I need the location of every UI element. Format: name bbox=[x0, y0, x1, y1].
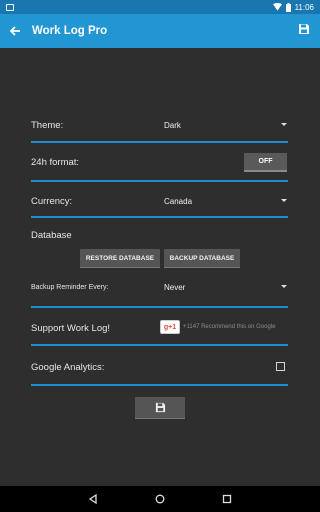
analytics-checkbox[interactable] bbox=[276, 362, 285, 371]
gplus-recommend-text: +1147 Recommend this on Google bbox=[183, 324, 276, 330]
analytics-label: Google Analytics: bbox=[31, 362, 105, 373]
backup-reminder-label: Backup Reminder Every: bbox=[31, 284, 109, 291]
divider bbox=[31, 141, 288, 143]
divider bbox=[31, 384, 288, 386]
settings-panel bbox=[0, 48, 320, 486]
theme-label: Theme: bbox=[31, 120, 64, 131]
currency-select[interactable]: Canada bbox=[164, 197, 192, 206]
theme-select[interactable]: Dark bbox=[164, 121, 181, 130]
format24h-toggle[interactable]: OFF bbox=[244, 153, 287, 172]
arrow-left-icon bbox=[9, 26, 20, 36]
image-notification-icon bbox=[6, 3, 14, 11]
status-time: 11:06 bbox=[294, 2, 314, 12]
wifi-icon bbox=[272, 3, 282, 11]
divider bbox=[31, 306, 288, 308]
back-triangle-icon[interactable] bbox=[88, 494, 98, 504]
currency-label: Currency: bbox=[31, 196, 73, 207]
app-bar: Work Log Pro bbox=[0, 14, 320, 48]
home-circle-icon[interactable] bbox=[155, 494, 165, 504]
recents-square-icon[interactable] bbox=[222, 494, 232, 504]
restore-database-button[interactable]: RESTORE DATABASE bbox=[80, 249, 160, 268]
floppy-disk-icon bbox=[155, 402, 165, 413]
battery-icon bbox=[285, 2, 291, 12]
save-button[interactable] bbox=[135, 397, 185, 419]
system-nav-bar bbox=[0, 486, 320, 512]
chevron-down-icon bbox=[281, 285, 287, 288]
status-bar: 11:06 bbox=[0, 0, 320, 14]
page-title: Work Log Pro bbox=[32, 25, 108, 37]
format24h-label: 24h format: bbox=[31, 157, 80, 168]
divider bbox=[31, 180, 288, 182]
back-button[interactable] bbox=[0, 14, 30, 48]
divider bbox=[31, 344, 288, 346]
support-label: Support Work Log! bbox=[31, 323, 111, 334]
backup-database-button[interactable]: BACKUP DATABASE bbox=[164, 249, 240, 268]
chevron-down-icon bbox=[281, 199, 287, 202]
floppy-disk-icon bbox=[299, 24, 309, 34]
gplus-button[interactable]: g+1 bbox=[160, 320, 180, 334]
chevron-down-icon bbox=[281, 123, 287, 126]
database-label: Database bbox=[31, 230, 72, 241]
divider bbox=[31, 216, 288, 218]
backup-reminder-select[interactable]: Never bbox=[164, 283, 185, 292]
save-toolbar-button[interactable] bbox=[298, 22, 314, 38]
